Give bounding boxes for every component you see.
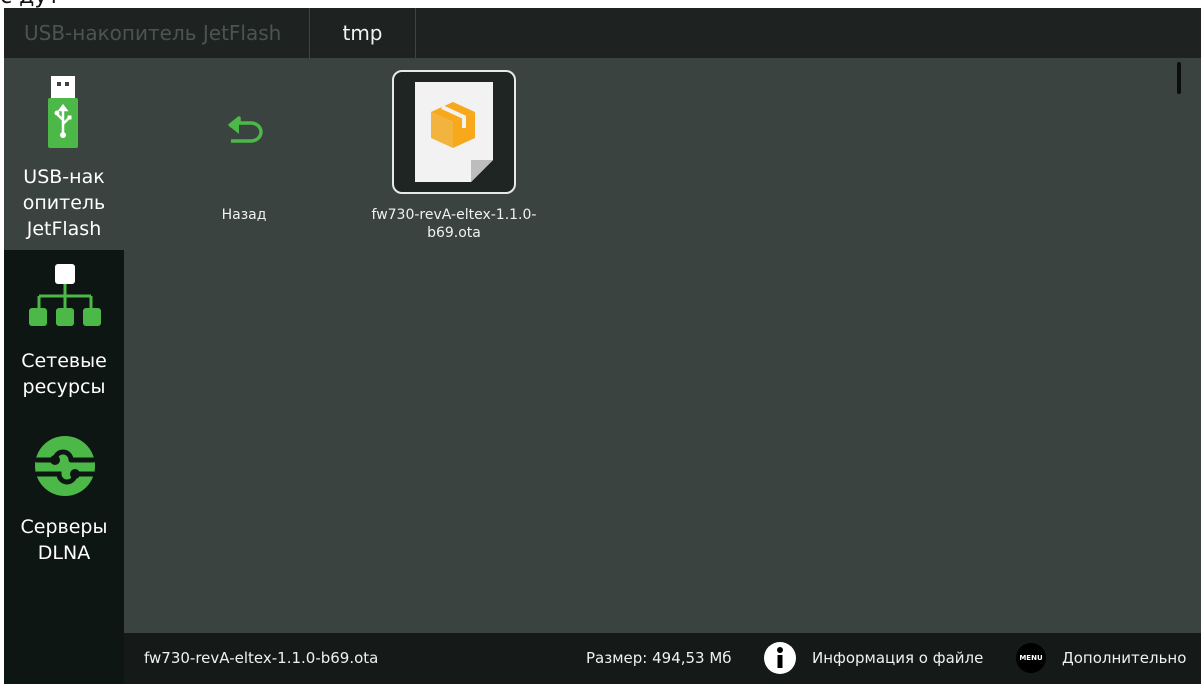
status-bar: fw730-revA-eltex-1.1.0-b69.ota Размер: 4… bbox=[124, 633, 1201, 684]
back-tile[interactable]: Назад bbox=[184, 68, 304, 228]
dlna-icon bbox=[34, 436, 96, 496]
back-label: Назад bbox=[221, 207, 267, 223]
sidebar-item-label: Серверы DLNA bbox=[20, 516, 108, 564]
menu-badge-icon[interactable]: MENU bbox=[1016, 643, 1046, 673]
sidebar-item-usb[interactable]: USB-нак опитель JetFlash bbox=[4, 58, 124, 250]
sidebar-item-dlna[interactable]: Серверы DLNA bbox=[4, 420, 124, 580]
breadcrumb-item-tmp[interactable]: tmp bbox=[310, 8, 416, 58]
back-arrow-icon bbox=[227, 116, 263, 143]
usb-drive-icon bbox=[48, 76, 78, 148]
status-filename: fw730-revA-eltex-1.1.0-b69.ota bbox=[144, 649, 379, 667]
info-icon[interactable] bbox=[764, 642, 796, 674]
network-tree-icon bbox=[29, 264, 101, 326]
status-size: Размер: 494,53 Мб bbox=[586, 649, 732, 667]
file-name-label: fw730-revA-eltex-1.1.0- b69.ota bbox=[371, 207, 537, 241]
selected-file-tile[interactable] bbox=[392, 70, 516, 194]
cropped-top-text: с дут bbox=[0, 0, 60, 8]
file-grid: Назад fw730-revA-eltex-1.1.0- b69.ota bbox=[124, 58, 1201, 633]
scrollbar[interactable] bbox=[1177, 62, 1181, 94]
package-file-icon bbox=[415, 82, 493, 182]
breadcrumb: USB-накопитель JetFlash tmp bbox=[4, 8, 1201, 58]
sidebar: USB-нак опитель JetFlash Сетевые ресурсы bbox=[4, 58, 124, 684]
sidebar-item-network[interactable]: Сетевые ресурсы bbox=[4, 250, 124, 420]
file-browser-screen: USB-накопитель JetFlash tmp USB-нак опит… bbox=[4, 8, 1201, 684]
sidebar-item-label: Сетевые ресурсы bbox=[21, 350, 107, 398]
more-label[interactable]: Дополнительно bbox=[1062, 633, 1186, 684]
info-label[interactable]: Информация о файле bbox=[812, 633, 983, 684]
sidebar-item-label: USB-нак опитель JetFlash bbox=[22, 166, 106, 240]
breadcrumb-item-usb[interactable]: USB-накопитель JetFlash bbox=[4, 8, 310, 58]
